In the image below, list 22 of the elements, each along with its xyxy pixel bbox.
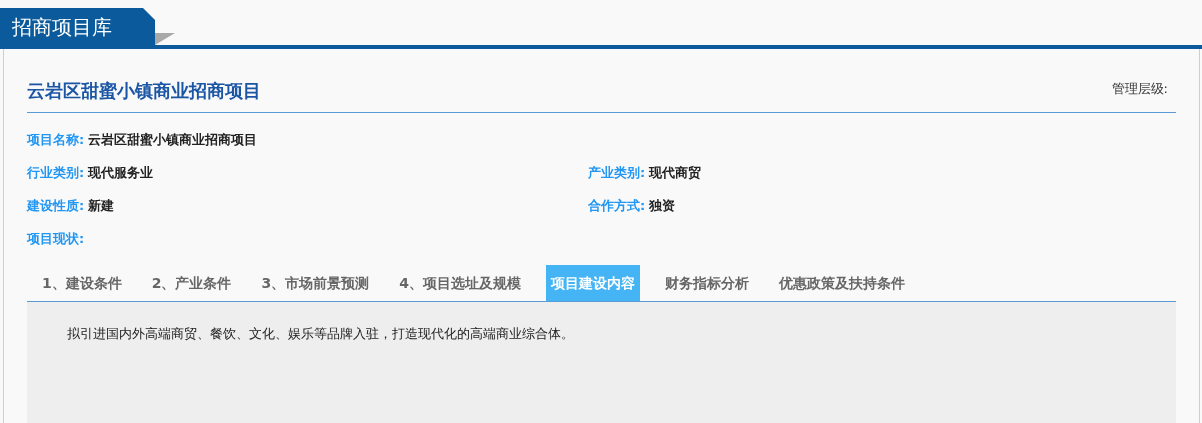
management-level-label: 管理层级: [1111, 79, 1168, 98]
content-text: 拟引进国内外高端商贸、餐饮、文化、娱乐等品牌入驻，打造现代化的高端商业综合体。 [67, 325, 575, 343]
field-label: 项目名称: [27, 130, 85, 149]
field-value: 独资 [649, 196, 676, 215]
tab[interactable]: 财务指标分析 [660, 265, 754, 301]
field-label: 合作方式: [588, 196, 646, 215]
project-title: 云岩区甜蜜小镇商业招商项目 [27, 79, 261, 103]
tab[interactable]: 1、建设条件 [37, 265, 127, 301]
field-value: 云岩区甜蜜小镇商业招商项目 [88, 130, 258, 149]
field-label: 产业类别: [588, 163, 646, 182]
field-label: 建设性质: [27, 196, 85, 215]
field-value: 现代服务业 [88, 163, 154, 182]
fold-icon [155, 33, 175, 45]
field-label: 项目现状: [27, 229, 85, 248]
field-label: 行业类别: [27, 163, 85, 182]
field-value: 新建 [88, 196, 115, 215]
tab[interactable]: 3、市场前景预测 [256, 265, 375, 301]
field-value: 现代商贸 [649, 163, 702, 182]
tab[interactable]: 优惠政策及扶持条件 [774, 265, 910, 301]
tab[interactable]: 4、项目选址及规模 [394, 265, 526, 301]
page-title: 招商项目库 [0, 8, 155, 45]
tab[interactable]: 2、产业条件 [146, 265, 237, 301]
